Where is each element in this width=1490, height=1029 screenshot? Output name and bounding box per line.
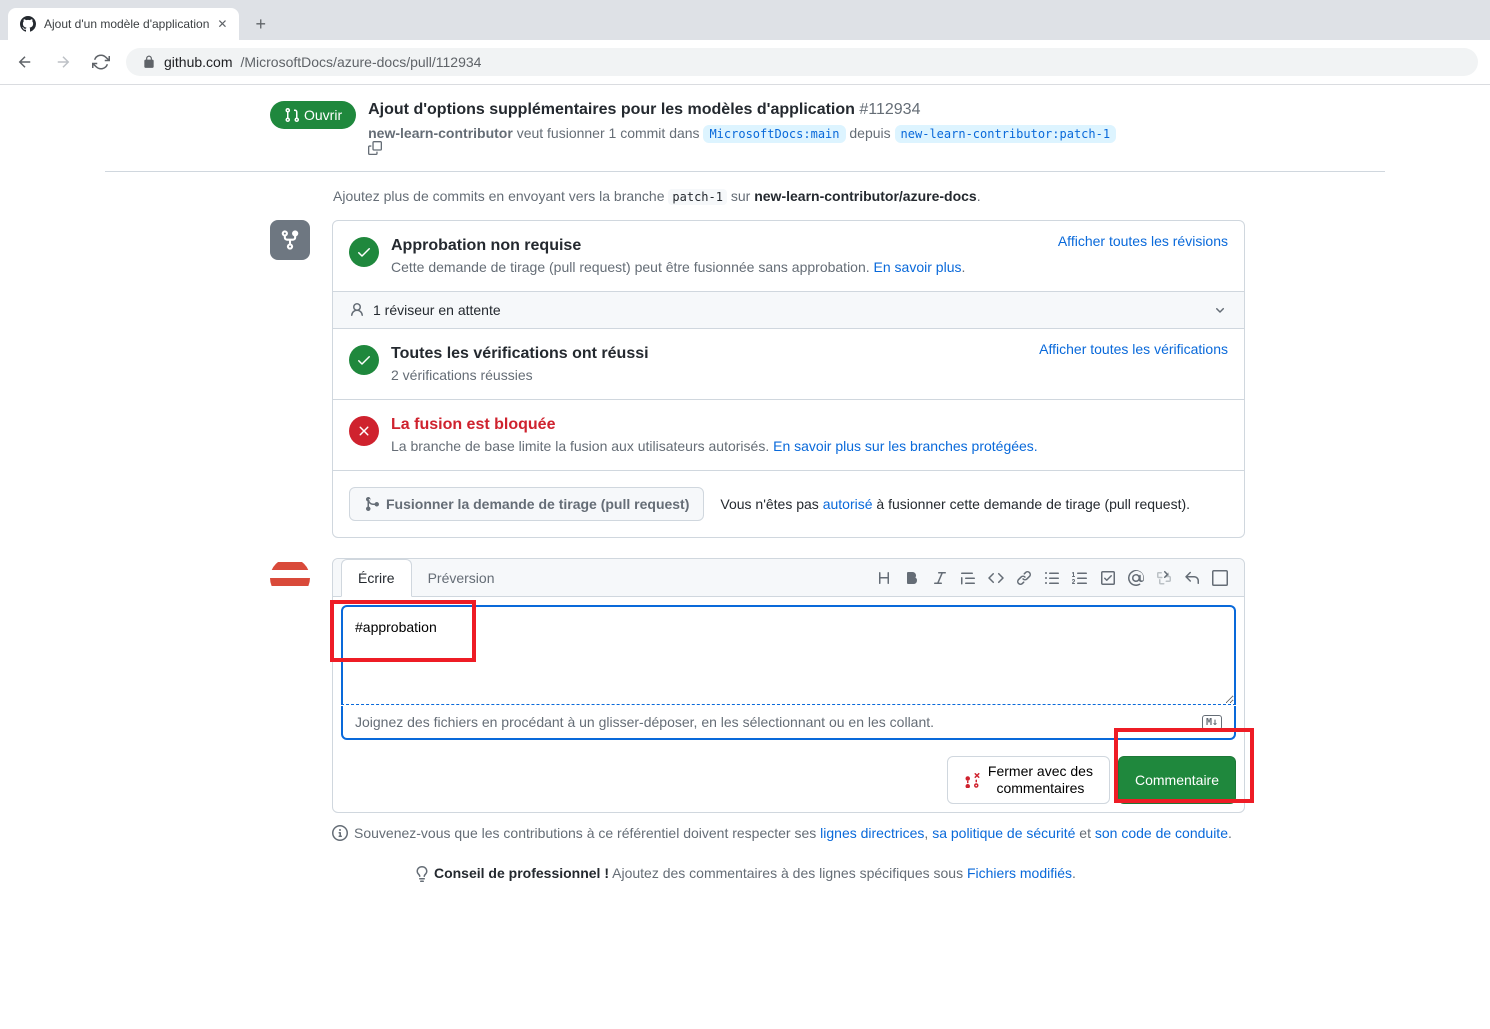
unordered-list-icon[interactable] [1044,570,1060,586]
blocked-title: La fusion est bloquée [391,416,1228,434]
check-icon [349,237,379,267]
tab-preview[interactable]: Préversion [412,560,511,596]
markdown-icon[interactable]: M↓ [1202,715,1222,730]
protected-branches-link[interactable]: En savoir plus sur les branches protégée… [773,438,1038,454]
branch-code: patch-1 [668,189,727,205]
repo-name: new-learn-contributor/azure-docs [754,188,976,204]
comment-textarea[interactable] [341,605,1236,705]
info-icon [332,825,348,841]
attach-bar[interactable]: Joignez des fichiers en procédant à un g… [341,706,1236,740]
merge-box: Approbation non requise Cette demande de… [332,220,1245,538]
base-branch-label[interactable]: MicrosoftDocs:main [703,125,845,143]
head-branch-label[interactable]: new-learn-contributor:patch-1 [895,125,1117,143]
authorized-link[interactable]: autorisé [823,496,873,512]
code-of-conduct-link[interactable]: son code de conduite [1095,825,1228,841]
comment-box: Écrire Préversion [332,558,1245,813]
checks-section: Toutes les vérifications ont réussi 2 vé… [333,329,1244,400]
url-host: github.com [164,54,232,70]
git-merge-icon [364,496,380,512]
bold-icon[interactable] [904,570,920,586]
task-list-icon[interactable] [1100,570,1116,586]
address-bar[interactable]: github.com/MicrosoftDocs/azure-docs/pull… [126,48,1478,76]
lightbulb-icon [414,866,430,882]
suggestion-icon[interactable] [1212,570,1228,586]
merge-auth-text: Vous n'êtes pas autorisé à fusionner cet… [720,496,1190,512]
url-path: /MicrosoftDocs/azure-docs/pull/112934 [240,54,481,70]
cross-reference-icon[interactable] [1156,570,1172,586]
check-icon [349,345,379,375]
contribution-note: Souvenez-vous que les contributions à ce… [332,825,1245,841]
lock-icon [142,55,156,69]
merge-button: Fusionner la demande de tirage (pull req… [349,487,704,521]
show-checks-link[interactable]: Afficher toutes les vérifications [1039,341,1228,357]
pr-title: Ajout d'options supplémentaires pour les… [368,101,855,118]
merge-action-section: Fusionner la demande de tirage (pull req… [333,471,1244,537]
files-changed-link[interactable]: Fichiers modifiés [967,865,1072,881]
browser-tab[interactable]: Ajout d'un modèle d'application ✕ [8,8,239,40]
pr-number: #112934 [859,101,920,118]
show-reviews-link[interactable]: Afficher toutes les révisions [1058,233,1228,249]
browser-chrome: Ajout d'un modèle d'application ✕ + gith… [0,0,1490,85]
mention-icon[interactable] [1128,570,1144,586]
tab-title: Ajout d'un modèle d'application [44,17,209,31]
quote-icon[interactable] [960,570,976,586]
reviewer-count: 1 réviseur en attente [373,302,501,318]
close-with-comment-button[interactable]: Fermer avec des commentaires [947,756,1110,804]
link-icon[interactable] [1016,570,1032,586]
close-icon[interactable]: ✕ [217,17,227,31]
back-button[interactable] [12,49,38,75]
submit-comment-button[interactable]: Commentaire [1118,756,1236,804]
copy-icon[interactable] [368,141,1122,155]
git-pull-request-icon [284,107,300,123]
commit-hint: Ajoutez plus de commits en envoyant vers… [333,188,1385,204]
reviewer-bar[interactable]: 1 réviseur en attente [333,292,1244,329]
tab-bar: Ajout d'un modèle d'application ✕ + [0,0,1490,40]
italic-icon[interactable] [932,570,948,586]
github-favicon-icon [20,16,36,32]
merge-status-icon [270,220,310,260]
user-avatar[interactable] [270,558,310,598]
markdown-toolbar [876,570,1236,586]
forward-button[interactable] [50,49,76,75]
approval-section: Approbation non requise Cette demande de… [333,221,1244,292]
comment-tabs: Écrire Préversion [333,559,1244,597]
pro-tip: Conseil de professionnel ! Ajoutez des c… [105,865,1385,882]
nav-bar: github.com/MicrosoftDocs/azure-docs/pull… [0,40,1490,85]
guidelines-link[interactable]: lignes directrices [820,825,924,841]
security-policy-link[interactable]: sa politique de sécurité [932,825,1075,841]
pr-meta: new-learn-contributor veut fusionner 1 c… [368,125,1122,155]
chevron-down-icon [1212,302,1228,318]
new-tab-button[interactable]: + [247,10,274,39]
heading-icon[interactable] [876,570,892,586]
pr-header: Ouvrir Ajout d'options supplémentaires p… [270,85,1385,171]
reply-icon[interactable] [1184,570,1200,586]
git-pull-request-closed-icon [964,772,980,788]
pr-author[interactable]: new-learn-contributor [368,125,513,141]
pr-status-badge: Ouvrir [270,101,356,129]
reload-button[interactable] [88,49,114,75]
blocked-section: La fusion est bloquée La branche de base… [333,400,1244,471]
ordered-list-icon[interactable] [1072,570,1088,586]
pr-status-label: Ouvrir [304,107,342,123]
learn-more-link[interactable]: En savoir plus [874,259,962,275]
checks-desc: 2 vérifications réussies [391,367,1228,383]
person-icon [349,302,365,318]
tab-write[interactable]: Écrire [341,559,412,597]
x-icon [349,416,379,446]
code-icon[interactable] [988,570,1004,586]
